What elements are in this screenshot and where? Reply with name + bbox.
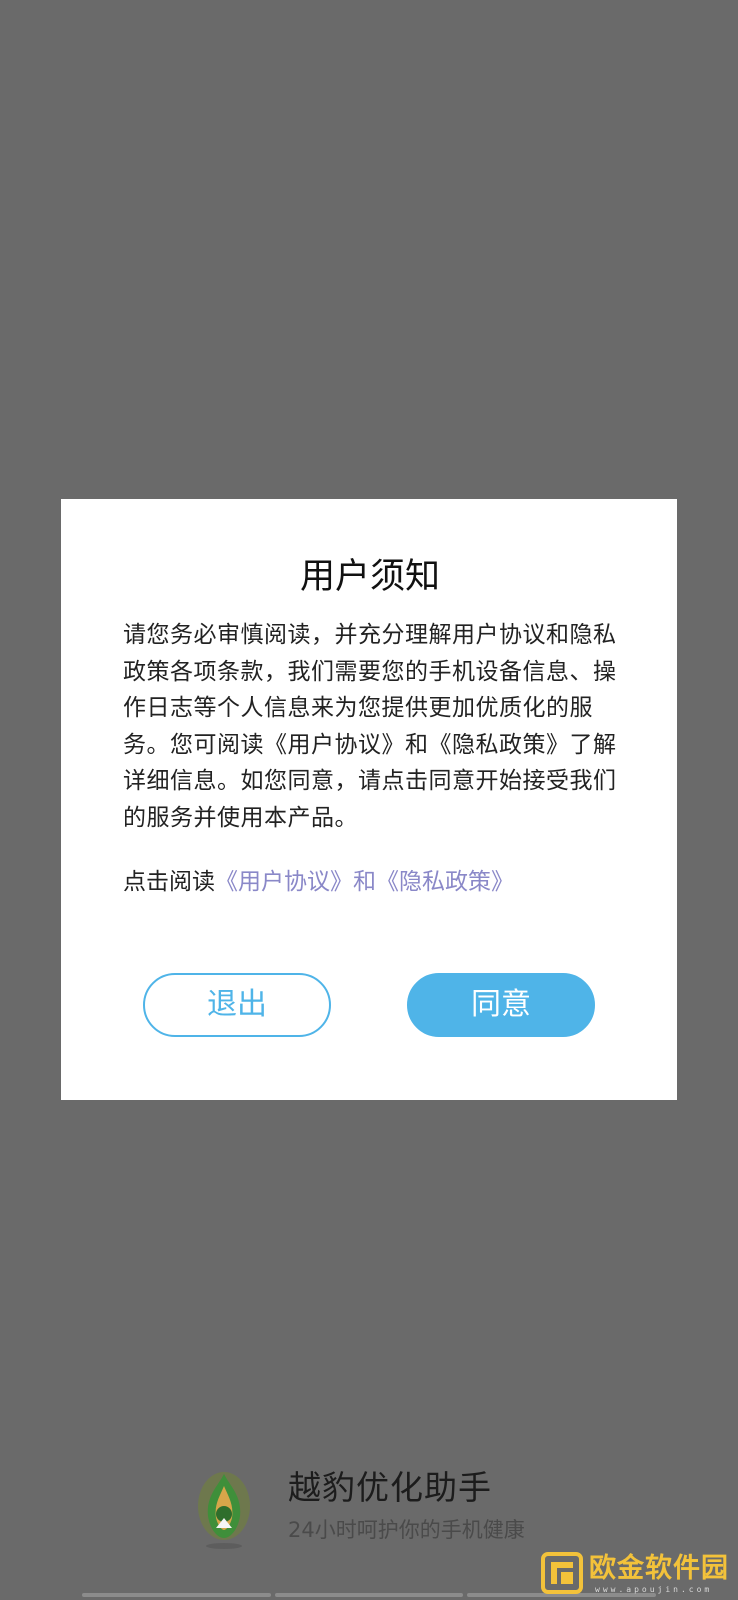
app-brand: 越豹优化助手 24小时呵护你的手机健康 [196, 1466, 576, 1556]
user-notice-dialog: 用户须知 请您务必审慎阅读，并充分理解用户协议和隐私政策各项条款，我们需要您的手… [61, 499, 677, 1100]
dialog-body-text: 请您务必审慎阅读，并充分理解用户协议和隐私政策各项条款，我们需要您的手机设备信息… [123, 622, 617, 831]
indicator-bar [274, 1593, 464, 1597]
exit-button[interactable]: 退出 [143, 973, 331, 1037]
read-and-text: 和 [353, 869, 376, 895]
watermark: 欧金软件园 www.apoujin.com [541, 1552, 731, 1596]
watermark-text: 欧金软件园 [589, 1553, 729, 1584]
dialog-title: 用户须知 [299, 557, 440, 597]
read-links-line: 点击阅读《用户协议》和《隐私政策》 [123, 864, 617, 900]
watermark-url: www.apoujin.com [595, 1585, 713, 1594]
watermark-logo-icon [541, 1552, 583, 1594]
agree-button[interactable]: 同意 [407, 973, 595, 1037]
app-logo-icon [198, 1472, 250, 1549]
dialog-button-row: 退出 同意 [143, 973, 595, 1037]
privacy-policy-link[interactable]: 《隐私政策》 [376, 869, 514, 895]
app-slogan: 24小时呵护你的手机健康 [288, 1518, 525, 1542]
read-prefix: 点击阅读 [123, 869, 215, 895]
indicator-bar [82, 1593, 271, 1597]
user-agreement-link[interactable]: 《用户协议》 [215, 869, 353, 895]
app-name: 越豹优化助手 [288, 1468, 492, 1507]
